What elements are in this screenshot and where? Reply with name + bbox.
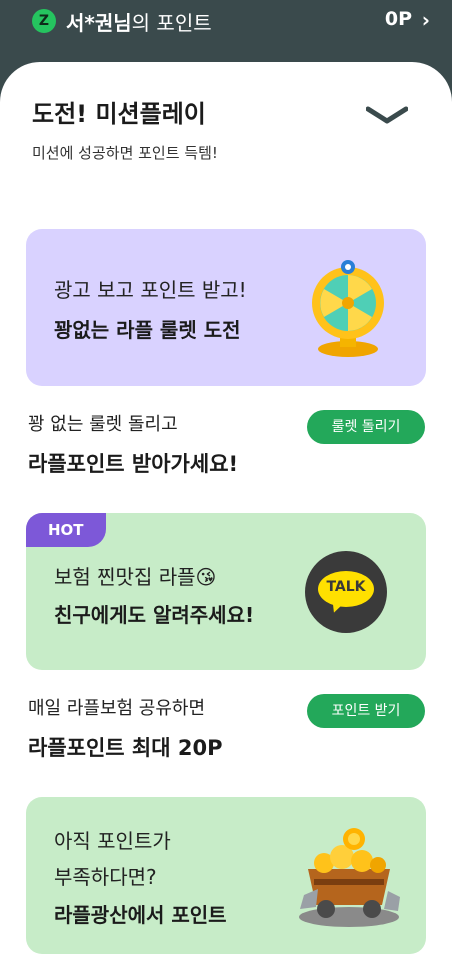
chevron-down-icon[interactable] [366, 106, 408, 124]
roulette-banner-line2: 꽝없는 라플 룰렛 도전 [54, 318, 241, 342]
points-balance[interactable]: 0P [385, 8, 412, 30]
roulette-row-line2: 라플포인트 받아가세요! [28, 452, 239, 476]
user-points-title: 서*권님의 포인트 [66, 7, 212, 36]
share-row-line1: 매일 라플보험 공유하면 [28, 698, 206, 719]
mine-banner-line3: 라플광산에서 포인트 [54, 903, 227, 927]
mine-banner-line1: 아직 포인트가 [54, 829, 171, 853]
share-banner-line2: 친구에게도 알려주세요! [54, 603, 255, 627]
share-banner[interactable]: HOT 보험 찐맛집 라플😘 친구에게도 알려주세요! TALK [26, 513, 426, 670]
gold-minecart-icon [299, 828, 400, 927]
mine-banner-line2: 부족하다면? [54, 865, 157, 889]
get-points-button[interactable]: 포인트 받기 [307, 694, 425, 728]
share-banner-line1: 보험 찐맛집 라플😘 [54, 565, 217, 589]
section-title: 도전! 미션플레이 [32, 100, 206, 128]
user-points-suffix: 의 포인트 [131, 11, 212, 35]
app-logo-icon: Z [32, 9, 56, 33]
user-name: 서*권님 [66, 11, 132, 35]
hot-badge: HOT [26, 513, 106, 547]
roulette-wheel-icon [312, 260, 384, 357]
roulette-banner-line1: 광고 보고 포인트 받고! [54, 278, 247, 302]
chevron-right-icon[interactable]: › [422, 8, 430, 32]
roulette-row-line1: 꽝 없는 룰렛 돌리고 [28, 414, 178, 435]
talk-label: TALK [326, 579, 366, 595]
share-row-line2: 라플포인트 최대 20P [28, 736, 223, 760]
mine-banner[interactable]: 아직 포인트가 부족하다면? 라플광산에서 포인트 [26, 797, 426, 954]
roulette-banner[interactable]: 광고 보고 포인트 받고! 꽝없는 라플 룰렛 도전 [26, 229, 426, 386]
section-subtitle: 미션에 성공하면 포인트 득템! [32, 144, 218, 162]
spin-roulette-button[interactable]: 룰렛 돌리기 [307, 410, 425, 444]
mission-sheet: 도전! 미션플레이 미션에 성공하면 포인트 득템! 광고 보고 포인트 받고!… [0, 62, 452, 966]
header-bar: Z 서*권님의 포인트 0P › [0, 0, 452, 70]
kakaotalk-icon: TALK [305, 551, 387, 633]
